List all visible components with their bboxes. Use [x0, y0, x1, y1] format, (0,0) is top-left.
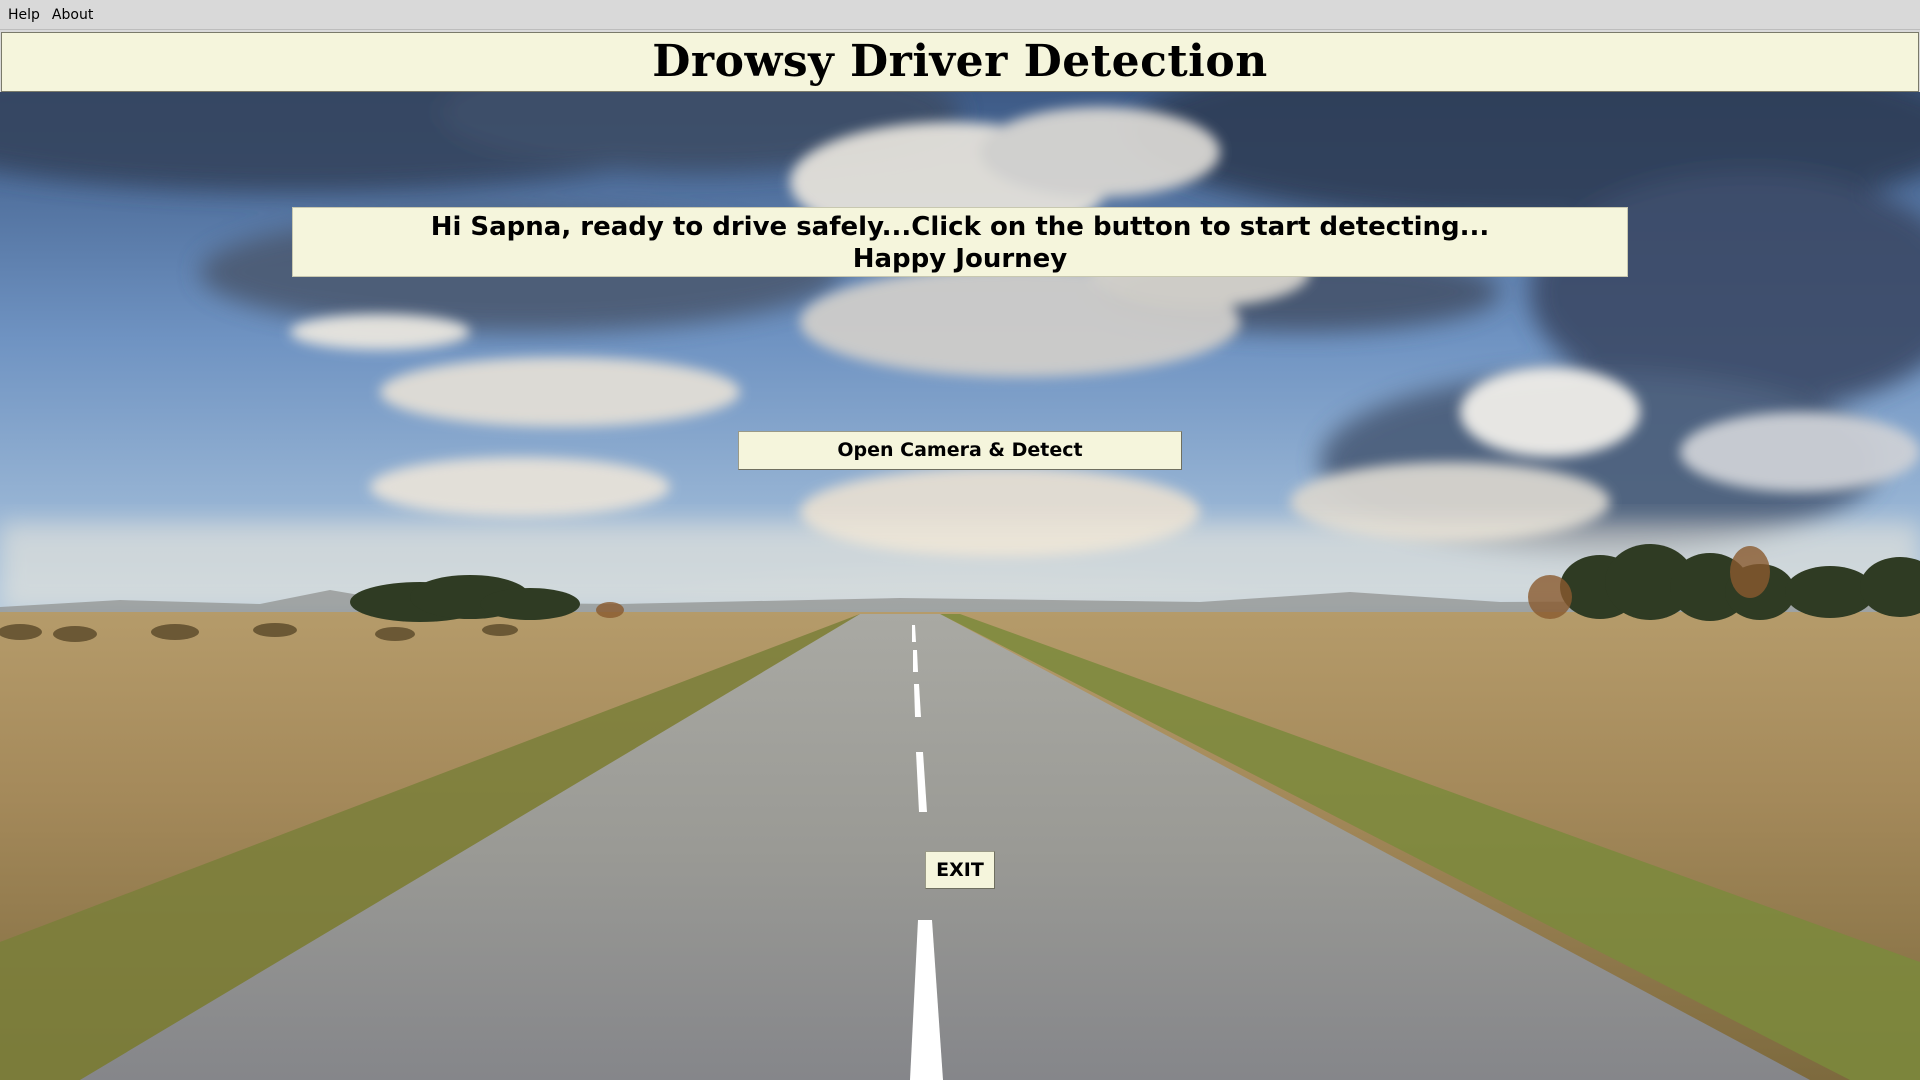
page-title: Drowsy Driver Detection	[652, 36, 1268, 87]
greeting-subtitle: Happy Journey	[852, 244, 1068, 274]
app-window: Help About Drowsy Driver Detection Hi Sa…	[0, 0, 1920, 1080]
greeting-message: Hi Sapna, ready to drive safely...Click …	[430, 212, 1490, 242]
menu-bar: Help About	[0, 0, 1920, 30]
menu-about[interactable]: About	[46, 0, 99, 30]
title-banner: Drowsy Driver Detection	[1, 32, 1919, 92]
greeting-panel: Hi Sapna, ready to drive safely...Click …	[292, 207, 1628, 277]
exit-button[interactable]: EXIT	[925, 851, 995, 889]
open-camera-detect-button[interactable]: Open Camera & Detect	[738, 431, 1182, 470]
menu-help[interactable]: Help	[2, 0, 46, 30]
